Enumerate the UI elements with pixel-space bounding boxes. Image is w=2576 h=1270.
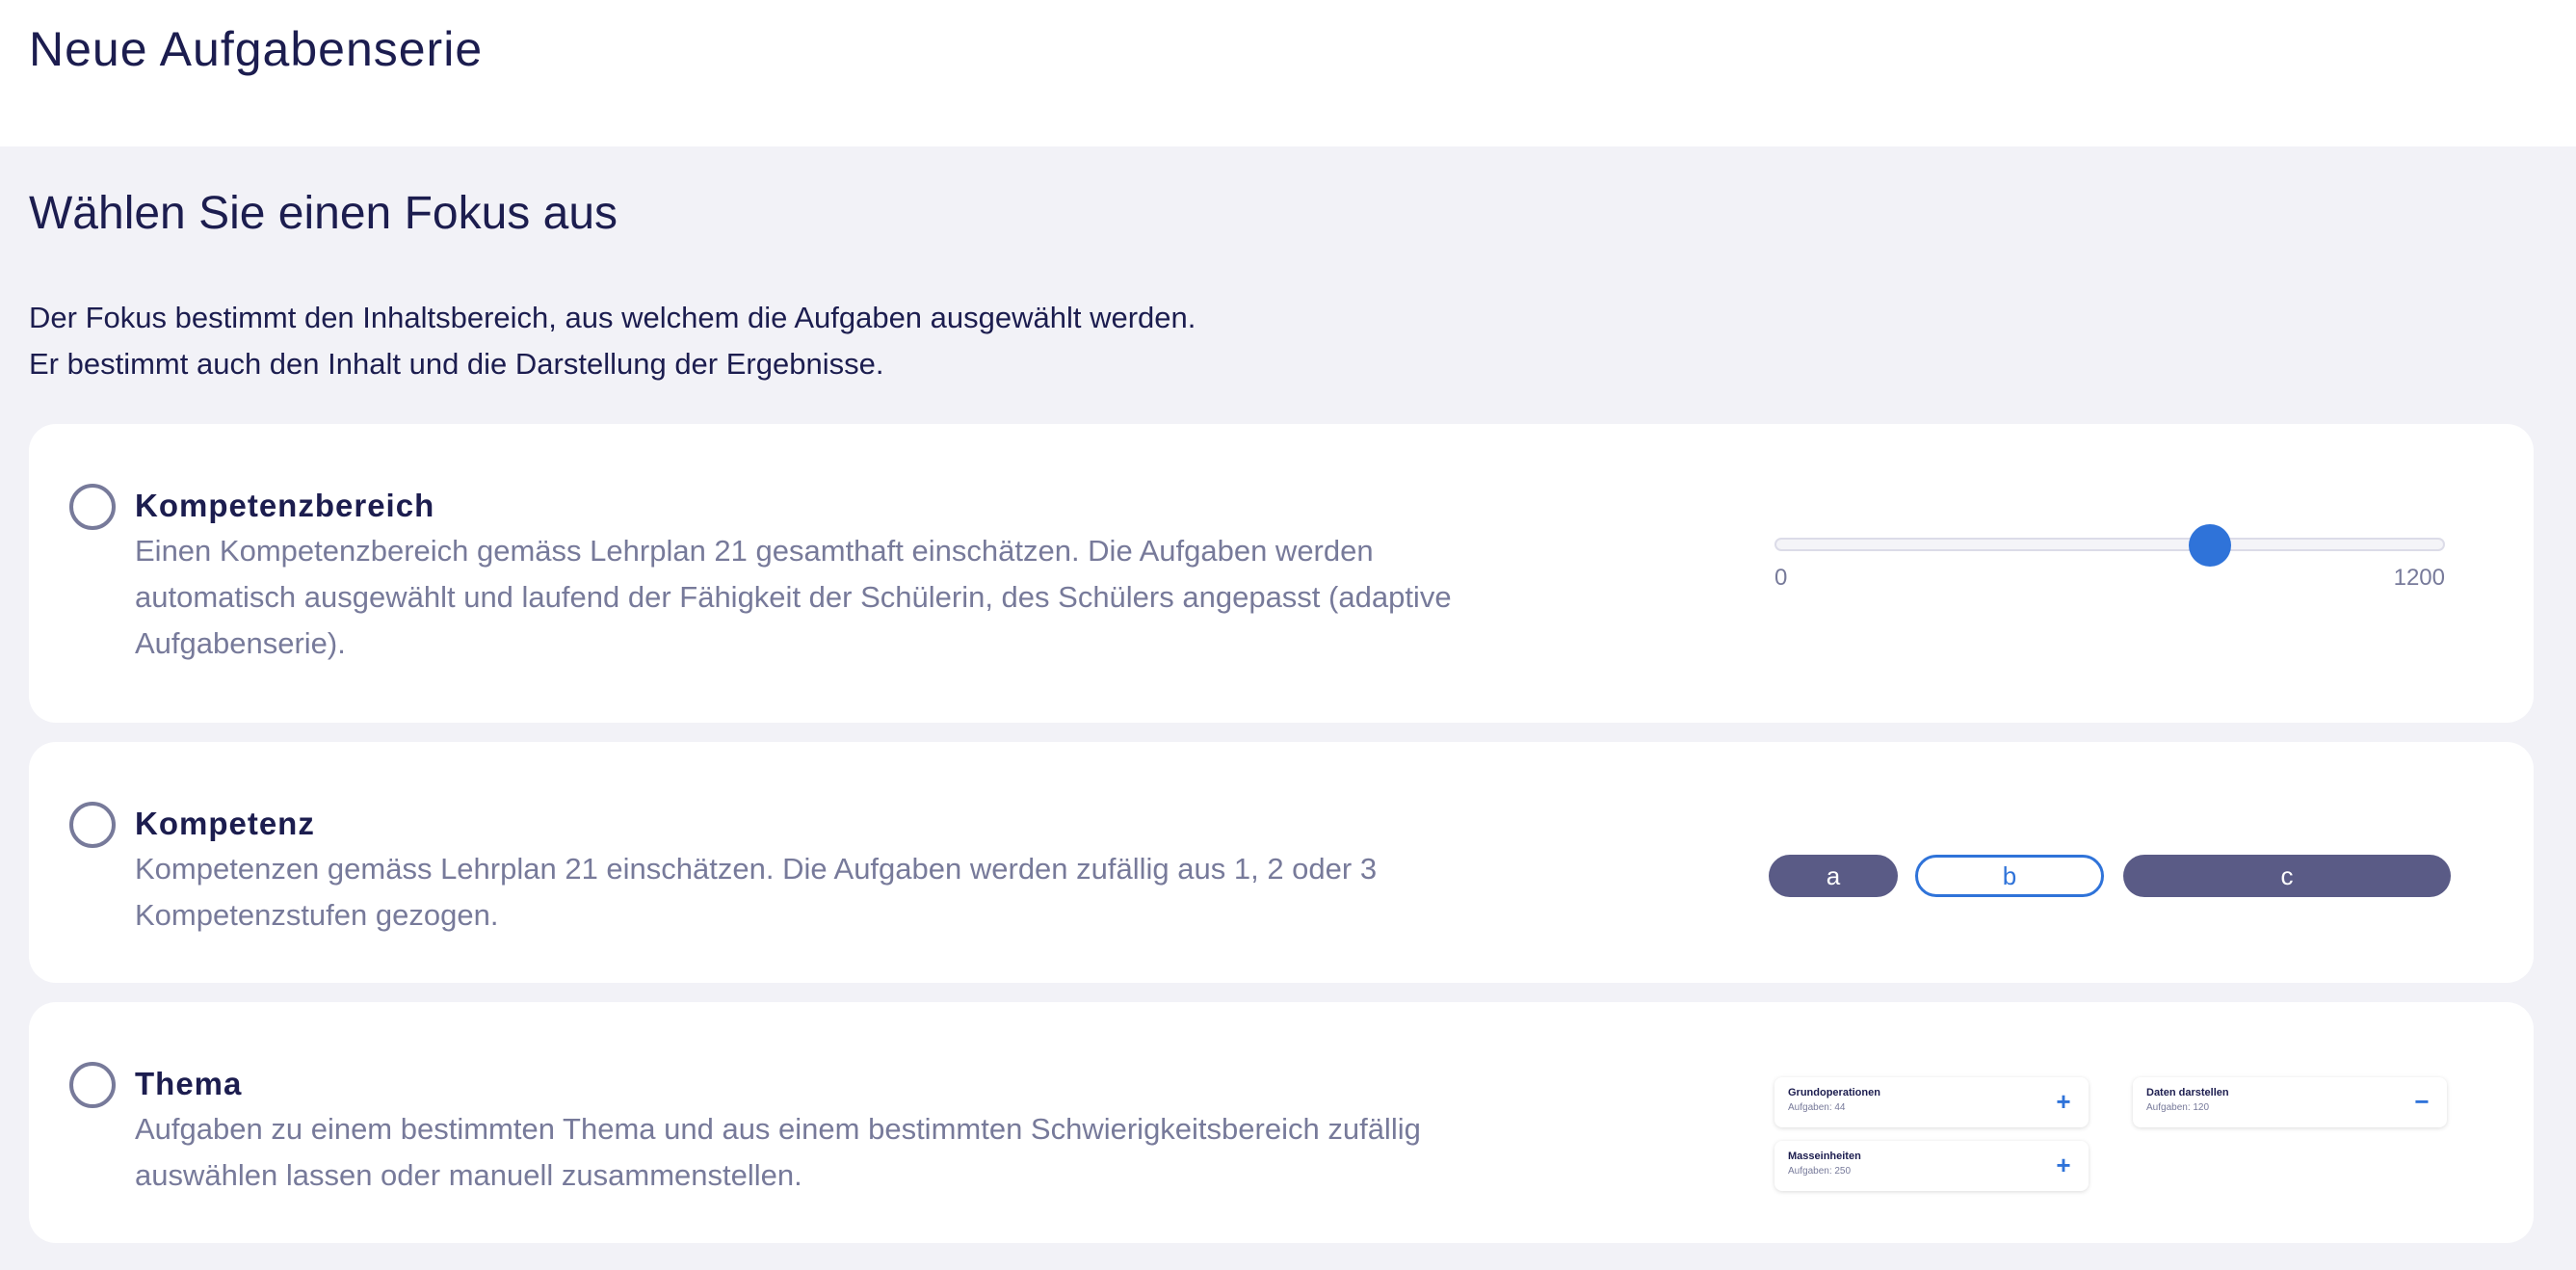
radio-kompetenzbereich[interactable]: [69, 484, 116, 530]
radio-thema[interactable]: [69, 1062, 116, 1108]
topic-name: Grundoperationen: [1788, 1087, 1880, 1098]
option-title: Kompetenzbereich: [135, 488, 435, 523]
option-description: Aufgaben zu einem bestimmten Thema und a…: [135, 1112, 1421, 1192]
top-header: Neue Aufgabenserie: [0, 0, 2576, 146]
option-title: Thema: [135, 1066, 243, 1101]
topic-card-masseinheiten[interactable]: Masseinheiten Aufgaben: 250 +: [1774, 1141, 2089, 1191]
topic-count: Aufgaben: 44: [1788, 1102, 1846, 1113]
option-description: Kompetenzen gemäss Lehrplan 21 einschätz…: [135, 852, 1378, 932]
focus-option-kompetenz[interactable]: Kompetenz Kompetenzen gemäss Lehrplan 21…: [29, 742, 2534, 983]
ability-slider-thumb[interactable]: [2189, 524, 2232, 567]
focus-option-kompetenzbereich[interactable]: Kompetenzbereich Einen Kompetenzbereich …: [29, 424, 2534, 723]
level-pill-c[interactable]: c: [2123, 855, 2451, 897]
option-description: Einen Kompetenzbereich gemäss Lehrplan 2…: [135, 534, 1452, 660]
plus-icon[interactable]: +: [2050, 1151, 2077, 1179]
topic-count: Aufgaben: 120: [2146, 1102, 2210, 1113]
topic-name: Daten darstellen: [2146, 1087, 2229, 1098]
section-intro: Der Fokus bestimmt den Inhaltsbereich, a…: [29, 295, 1196, 387]
section-title: Wählen Sie einen Fokus aus: [29, 188, 618, 239]
slider-max-label: 1200: [2393, 565, 2445, 591]
page-title: Neue Aufgabenserie: [29, 22, 484, 76]
plus-icon[interactable]: +: [2050, 1087, 2077, 1116]
topic-card-grundoperationen[interactable]: Grundoperationen Aufgaben: 44 +: [1774, 1077, 2089, 1127]
intro-line-1: Der Fokus bestimmt den Inhaltsbereich, a…: [29, 301, 1196, 334]
level-pill-b[interactable]: b: [1915, 855, 2104, 897]
slider-min-label: 0: [1774, 565, 1788, 591]
minus-icon[interactable]: −: [2408, 1087, 2435, 1116]
focus-option-thema[interactable]: Thema Aufgaben zu einem bestimmten Thema…: [29, 1002, 2534, 1243]
option-title: Kompetenz: [135, 806, 315, 841]
level-pill-a[interactable]: a: [1769, 855, 1898, 897]
topic-card-daten-darstellen[interactable]: Daten darstellen Aufgaben: 120 −: [2133, 1077, 2447, 1127]
topic-name: Masseinheiten: [1788, 1151, 1861, 1162]
ability-slider-track[interactable]: [1774, 538, 2445, 551]
topic-count: Aufgaben: 250: [1788, 1166, 1852, 1177]
intro-line-2: Er bestimmt auch den Inhalt und die Dars…: [29, 347, 884, 381]
radio-kompetenz[interactable]: [69, 802, 116, 848]
